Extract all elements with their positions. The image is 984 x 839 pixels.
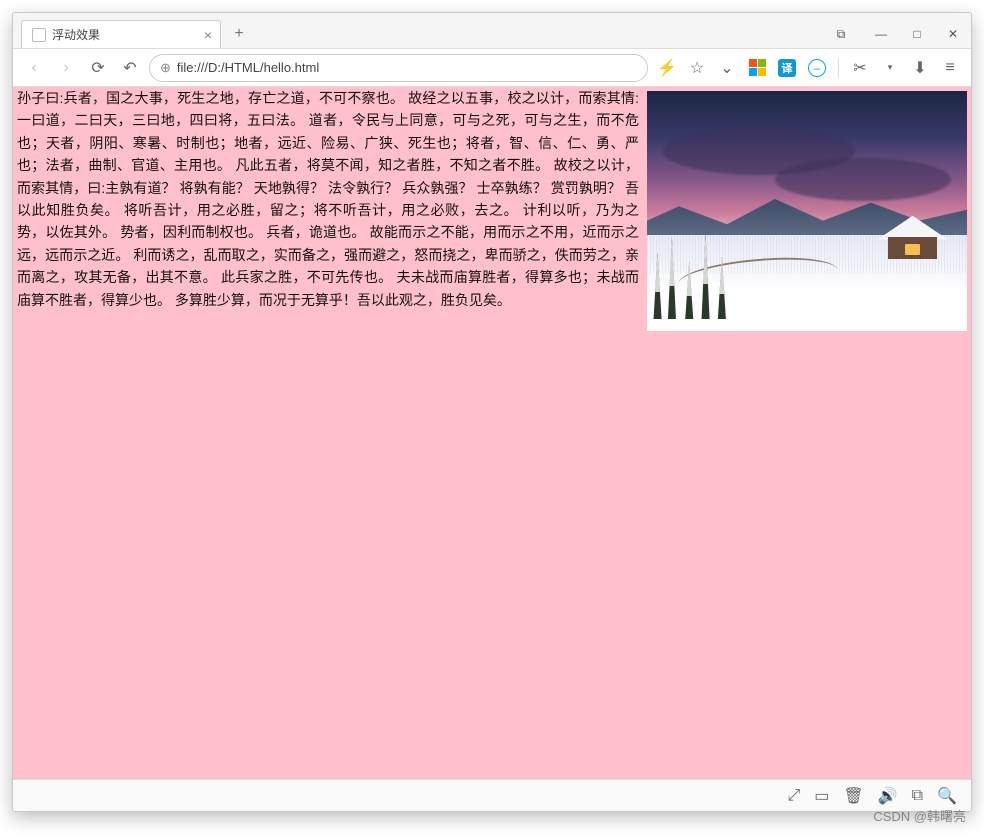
reload-button[interactable]: ⟳ [85,55,111,81]
window-controls: ⧉ — □ ✕ [823,20,971,48]
back-button[interactable]: ‹ [21,55,47,81]
page-icon [32,28,46,42]
title-bar: 浮动效果 × + ⧉ — □ ✕ [13,13,971,49]
page-content: 孙子曰:兵者，国之大事，死生之地，存亡之道，不可不察也。 故经之以五事，校之以计… [13,87,971,779]
forward-button[interactable]: › [53,55,79,81]
minus-circle-icon: – [808,59,826,77]
screenshot-dropdown[interactable]: ▾ [877,55,903,81]
toolbar: ‹ › ⟳ ↶ ⊕ file:///D:/HTML/hello.html ⚡ ☆… [13,49,971,87]
maximize-button[interactable]: □ [899,20,935,48]
dropdown-icon[interactable]: ⌄ [714,55,740,81]
sound-button[interactable]: 🔊 [878,786,898,806]
status-bar: ⤢ ▭ 🗑 🔊 ⧉ 🔍 [13,779,971,811]
download-button[interactable]: ⬇ [907,55,933,81]
bolt-icon[interactable]: ⚡ [654,55,680,81]
screenshot-button[interactable]: ✂ [847,55,873,81]
gesture-button[interactable]: ⤢ [787,787,800,805]
shield-icon: ⊕ [160,60,171,76]
tab-title: 浮动效果 [52,26,100,43]
minimize-button[interactable]: — [863,20,899,48]
microsoft-icon[interactable] [744,55,770,81]
floated-image [647,91,967,331]
browser-window: 浮动效果 × + ⧉ — □ ✕ ‹ › ⟳ ↶ ⊕ file:///D:/HT… [12,12,972,812]
toolbar-divider [838,58,839,78]
toolbar-right: ⚡ ☆ ⌄ 译 – ✂ ▾ ⬇ ≡ [654,55,963,81]
block-button[interactable]: – [804,55,830,81]
close-window-button[interactable]: ✕ [935,20,971,48]
translate-icon: 译 [778,59,796,77]
address-bar[interactable]: ⊕ file:///D:/HTML/hello.html [149,54,648,82]
menu-button[interactable]: ≡ [937,55,963,81]
translate-button[interactable]: 译 [774,55,800,81]
duplicate-button[interactable]: ⧉ [912,787,923,805]
browser-tab[interactable]: 浮动效果 × [21,20,221,48]
search-button[interactable]: 🔍 [937,786,957,806]
undo-button[interactable]: ↶ [117,55,143,81]
new-tab-button[interactable]: + [227,22,251,46]
url-text: file:///D:/HTML/hello.html [177,60,319,75]
tab-close-icon[interactable]: × [204,27,212,43]
favorite-icon[interactable]: ☆ [684,55,710,81]
detach-button[interactable]: ⧉ [823,20,859,48]
phone-view-button[interactable]: ▭ [814,786,829,806]
trash-button[interactable]: 🗑 [843,786,863,806]
